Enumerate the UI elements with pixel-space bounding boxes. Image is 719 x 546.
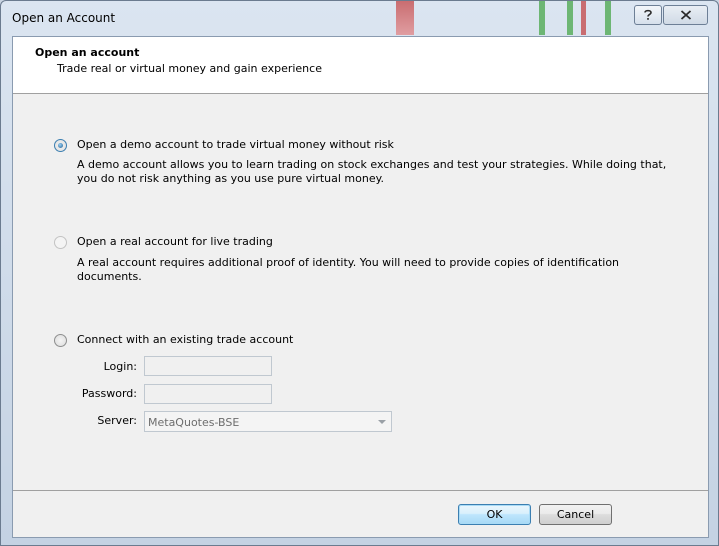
chevron-down-icon xyxy=(378,420,386,424)
server-label: Server: xyxy=(97,414,137,427)
password-input[interactable] xyxy=(144,384,272,404)
help-icon xyxy=(644,9,652,20)
page-subtitle: Trade real or virtual money and gain exp… xyxy=(57,62,322,75)
server-select-value: MetaQuotes-BSE xyxy=(148,416,240,429)
footer-divider xyxy=(13,490,708,491)
demo-account-description: A demo account allows you to learn tradi… xyxy=(77,158,667,185)
real-account-radio[interactable] xyxy=(54,236,67,249)
real-account-label[interactable]: Open a real account for live trading xyxy=(77,235,273,248)
password-label: Password: xyxy=(81,387,137,400)
wizard-header: Open an account Trade real or virtual mo… xyxy=(13,37,708,94)
close-icon xyxy=(680,10,691,20)
window-title: Open an Account xyxy=(12,11,116,25)
help-button[interactable] xyxy=(634,5,662,25)
existing-account-label[interactable]: Connect with an existing trade account xyxy=(77,333,293,346)
dialog-content: Open an account Trade real or virtual mo… xyxy=(12,36,709,538)
page-title: Open an account xyxy=(35,46,140,59)
ok-button[interactable]: OK xyxy=(458,504,531,525)
dialog-window: Open an Account Open an account Trade re… xyxy=(0,0,719,546)
login-label: Login: xyxy=(103,360,137,373)
login-input[interactable] xyxy=(144,356,272,376)
cancel-button[interactable]: Cancel xyxy=(539,504,612,525)
close-button[interactable] xyxy=(663,5,708,25)
real-account-description: A real account requires additional proof… xyxy=(77,256,620,283)
server-select[interactable]: MetaQuotes-BSE xyxy=(144,411,392,432)
title-bar[interactable]: Open an Account xyxy=(1,1,718,35)
demo-account-radio[interactable] xyxy=(54,139,67,152)
existing-account-radio[interactable] xyxy=(54,334,67,347)
demo-account-label[interactable]: Open a demo account to trade virtual mon… xyxy=(77,138,394,151)
